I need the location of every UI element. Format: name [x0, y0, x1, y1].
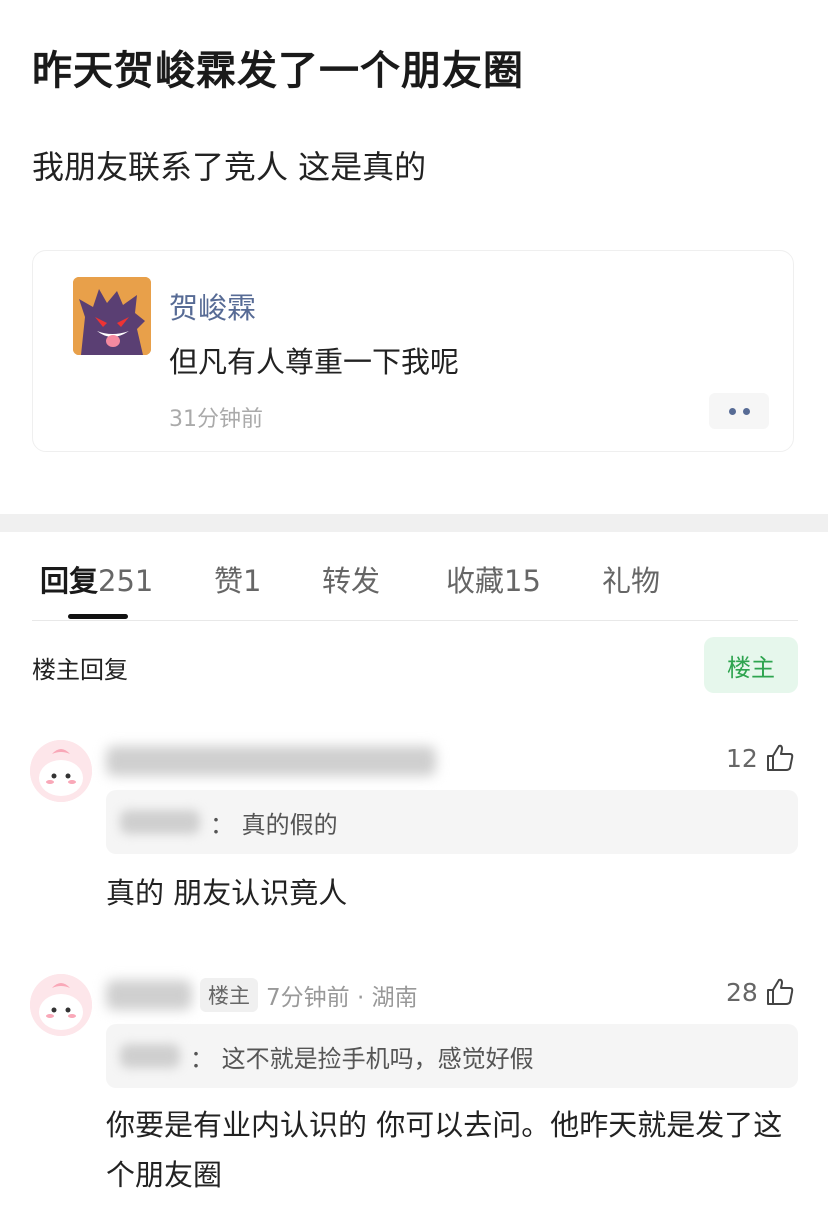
tab-count: 251 — [98, 564, 154, 598]
pink-character-icon — [30, 740, 92, 802]
ghost-avatar-icon — [73, 277, 151, 355]
tab-label: 礼物 — [602, 564, 661, 598]
tab-divider — [32, 620, 798, 621]
pink-character-icon — [30, 974, 92, 1036]
redacted-quote-author — [120, 1044, 180, 1068]
moment-text: 但凡有人尊重一下我呢 — [169, 345, 460, 379]
tab-label: 转发 — [322, 564, 381, 598]
tab-likes[interactable]: 赞1 — [214, 558, 261, 600]
tab-forward[interactable]: 转发 — [322, 558, 380, 600]
quoted-text: ： 这不就是捡手机吗，感觉好假 — [190, 1044, 534, 1073]
section-divider — [0, 514, 828, 532]
tab-count: 1 — [243, 564, 262, 598]
post-title: 昨天贺峻霖发了一个朋友圈 — [32, 48, 524, 94]
like-count: 12 — [726, 743, 758, 773]
redacted-quote-author — [120, 810, 200, 834]
quoted-comment[interactable]: ： 这不就是捡手机吗，感觉好假 — [106, 1024, 798, 1088]
op-badge: 楼主 — [200, 978, 258, 1012]
tab-label: 赞 — [214, 564, 244, 598]
like-button[interactable]: 28 — [726, 976, 796, 1008]
tab-bar: 回复251 赞1 转发 收藏15 礼物 — [0, 558, 828, 602]
like-button[interactable]: 12 — [726, 742, 796, 774]
tab-count: 15 — [504, 564, 541, 598]
post-body: 我朋友联系了竞人 这是真的 — [32, 148, 427, 186]
tab-label: 收藏 — [446, 564, 505, 598]
moment-author-name[interactable]: 贺峻霖 — [169, 285, 256, 327]
commenter-avatar[interactable] — [30, 740, 92, 802]
comment-time-location: 7分钟前 · 湖南 — [266, 985, 418, 1011]
comment-meta: 楼主 7分钟前 · 湖南 — [200, 978, 418, 1012]
quoted-text: ： 真的假的 — [210, 810, 338, 839]
op-replies-label: 楼主回复 — [32, 656, 128, 684]
moment-avatar[interactable] — [73, 277, 151, 355]
like-count: 28 — [726, 977, 758, 1007]
dot-icon — [728, 407, 736, 415]
thumbs-up-icon — [766, 744, 794, 771]
quoted-comment[interactable]: ： 真的假的 — [106, 790, 798, 854]
moment-time: 31分钟前 — [169, 407, 263, 432]
commenter-avatar[interactable] — [30, 974, 92, 1036]
tab-gifts[interactable]: 礼物 — [602, 558, 660, 600]
more-options-button[interactable] — [709, 393, 769, 429]
tab-replies[interactable]: 回复251 — [40, 558, 153, 600]
tab-label: 回复 — [40, 564, 99, 598]
comment-text: 真的 朋友认识竟人 — [106, 876, 348, 910]
redacted-username — [106, 980, 192, 1010]
comment-text: 你要是有业内认识的 你可以去问。他昨天就是发了这个朋友圈 — [106, 1108, 783, 1192]
op-only-button[interactable]: 楼主 — [704, 637, 798, 693]
thumbs-up-icon — [766, 978, 794, 1005]
redacted-username — [106, 746, 436, 776]
active-tab-indicator — [68, 614, 128, 619]
moment-card[interactable]: 贺峻霖 但凡有人尊重一下我呢 31分钟前 — [32, 250, 794, 452]
dot-icon — [742, 407, 750, 415]
tab-favorites[interactable]: 收藏15 — [446, 558, 541, 600]
